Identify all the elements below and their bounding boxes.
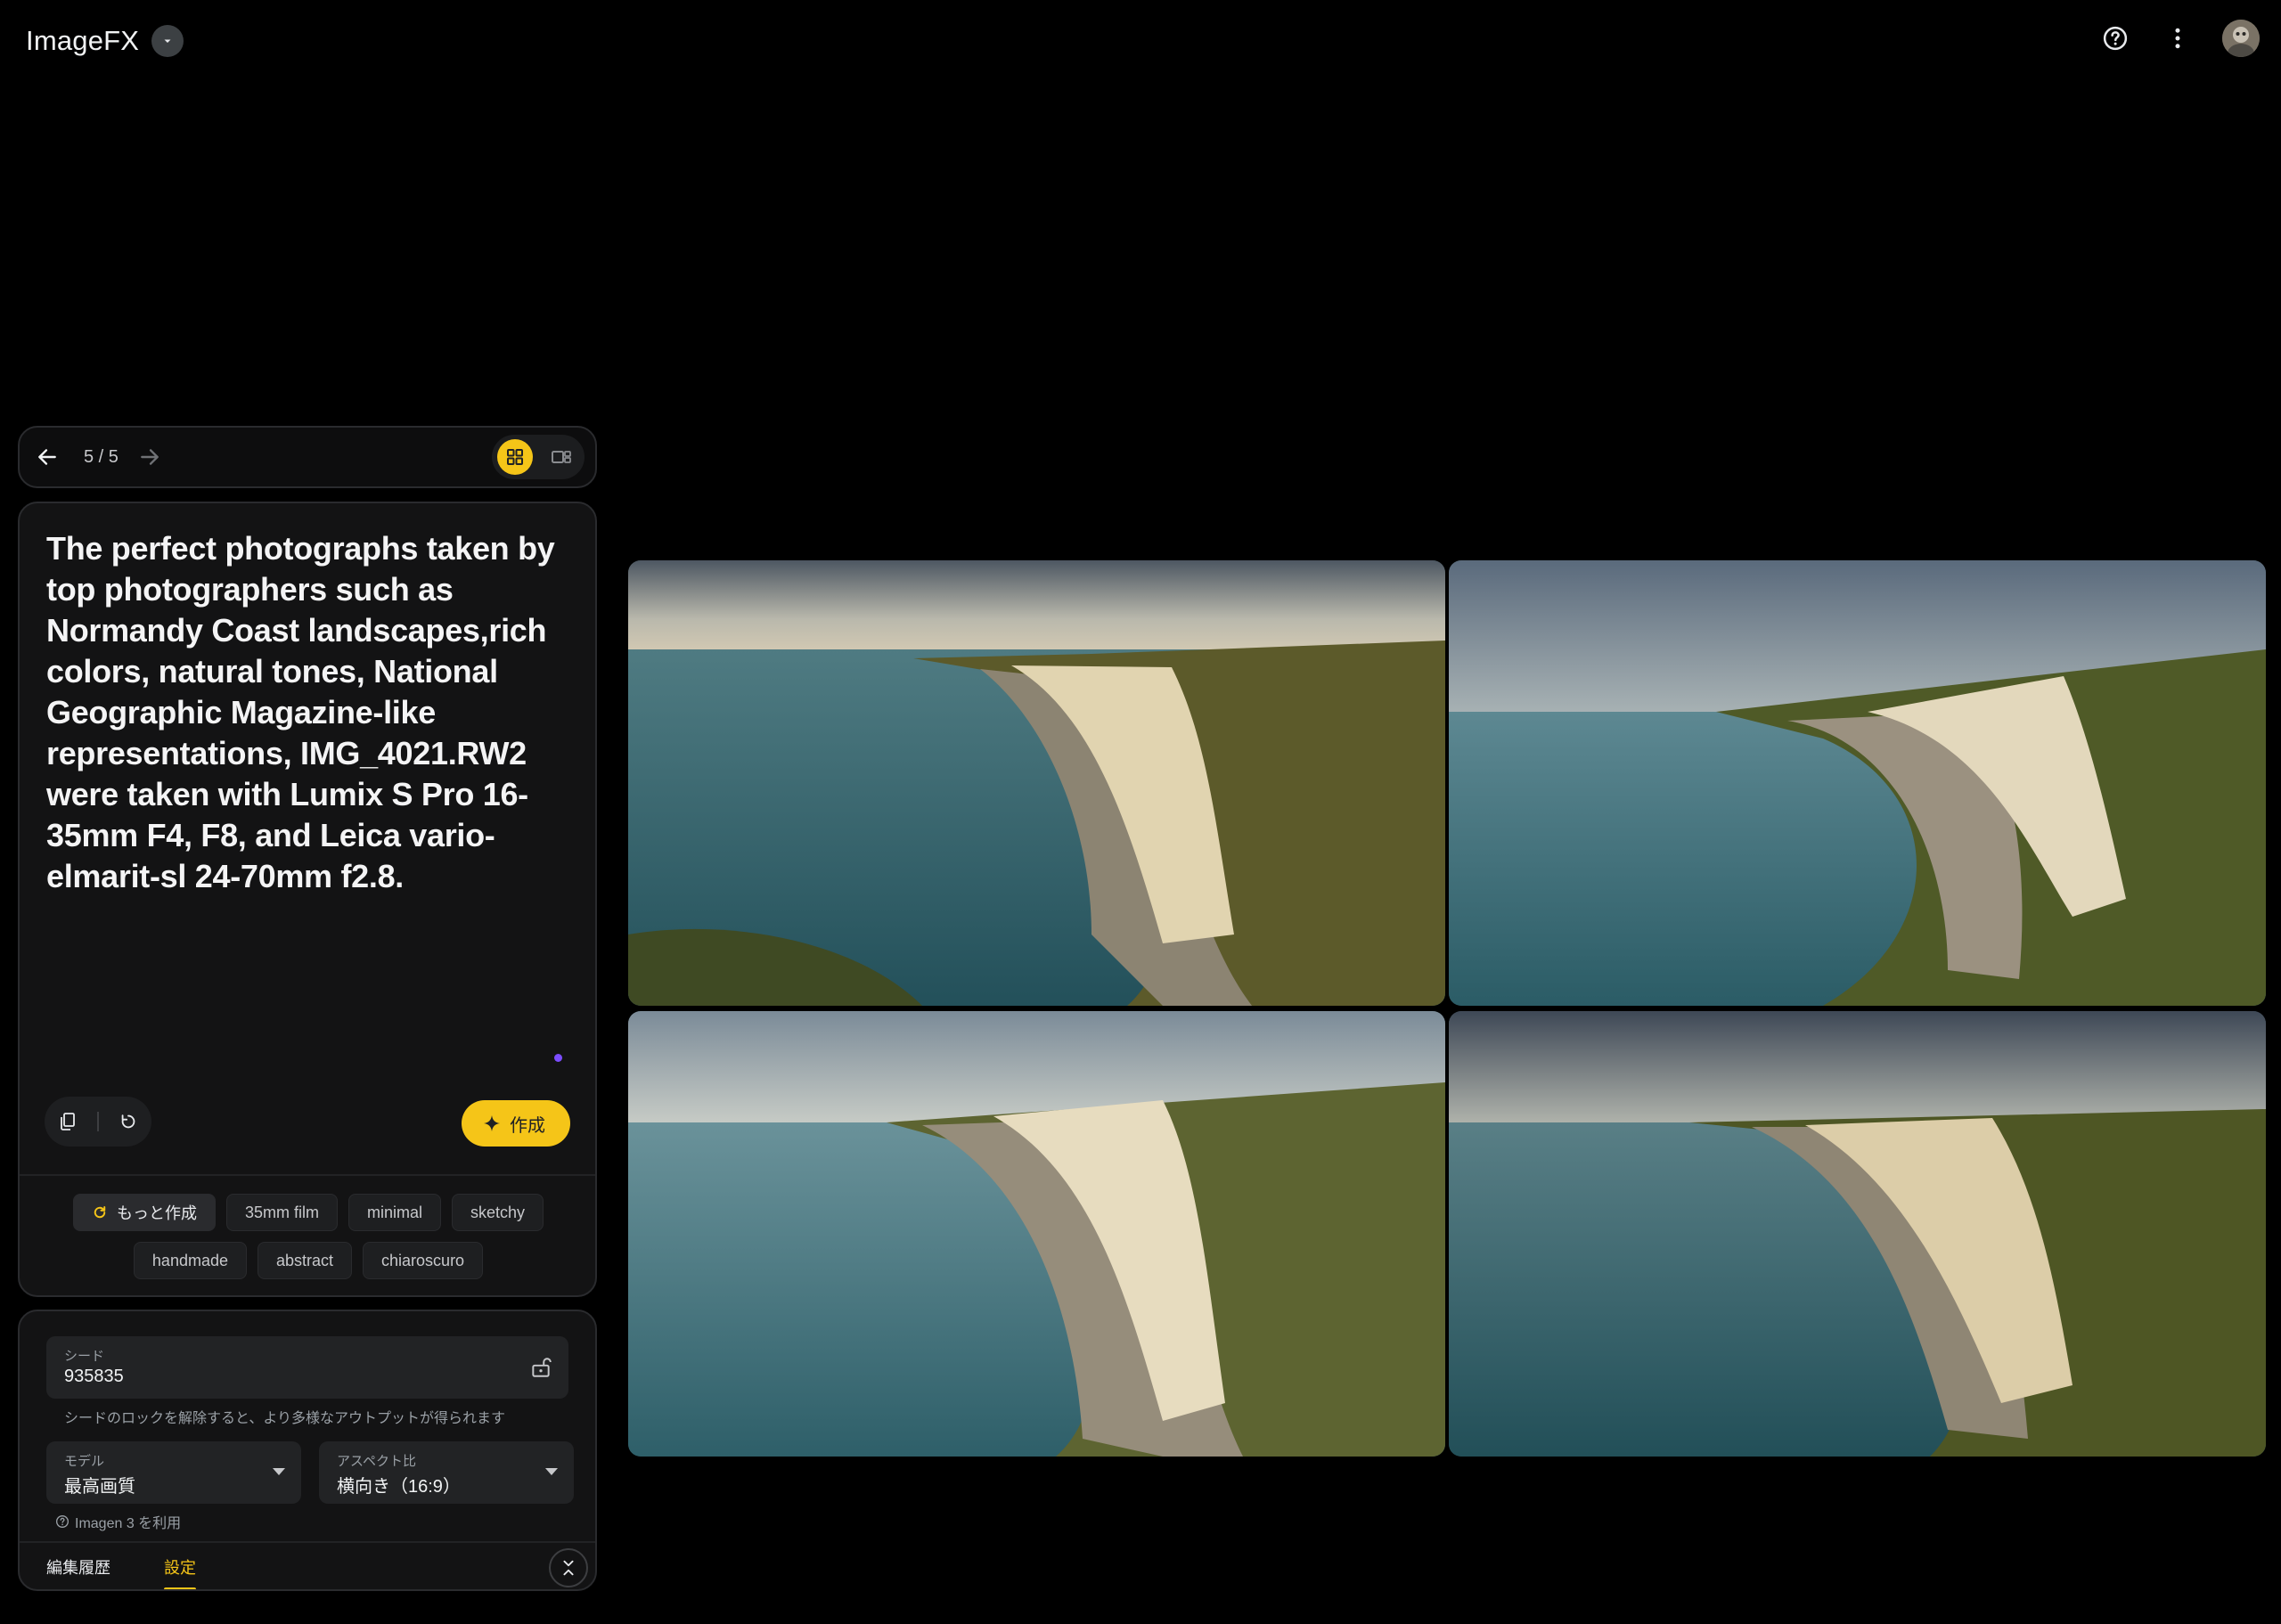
more-vert-icon — [2175, 28, 2180, 49]
brand: ImageFX — [26, 21, 184, 61]
model-value: 最高画質 — [64, 1477, 135, 1497]
view-toggle — [492, 435, 585, 479]
tab-history[interactable]: 編集履歴 — [46, 1555, 110, 1579]
aspect-ratio-select[interactable]: アスペクト比 横向き（16:9） — [319, 1441, 574, 1504]
chevron-down-icon — [164, 39, 171, 43]
carousel-icon — [552, 451, 571, 463]
model-label: モデル — [64, 1454, 105, 1469]
generated-image-3[interactable] — [628, 1011, 1445, 1457]
next-button[interactable] — [129, 437, 170, 477]
panel-divider — [20, 1174, 595, 1176]
copy-icon — [61, 1113, 76, 1130]
tab-settings[interactable]: 設定 — [164, 1555, 196, 1579]
arrow-right-icon — [141, 449, 159, 465]
chip-label: もっと作成 — [116, 1204, 197, 1222]
seed-value[interactable]: 935835 — [64, 1367, 124, 1387]
arrow-left-icon — [38, 449, 56, 465]
chip-minimal[interactable]: minimal — [347, 1194, 441, 1231]
help-icon — [2103, 26, 2128, 51]
help-button[interactable] — [2097, 20, 2133, 56]
prompt-panel: The perfect photographs taken by top pho… — [18, 502, 597, 1297]
refresh-icon — [121, 1114, 135, 1129]
dropdown-caret-icon — [545, 1468, 558, 1475]
model-note-text: Imagen 3 を利用 — [75, 1516, 182, 1531]
generated-image-4[interactable] — [1449, 1011, 2266, 1457]
reset-button[interactable] — [110, 1104, 146, 1139]
unlock-icon — [532, 1358, 552, 1377]
grid-view-button[interactable] — [497, 439, 533, 475]
tool-divider — [96, 1112, 99, 1131]
chip-35mm-film[interactable]: 35mm film — [225, 1194, 338, 1231]
model-note: Imagen 3 を利用 — [55, 1511, 181, 1532]
generated-image-1[interactable] — [628, 560, 1445, 1006]
settings-panel: シード 935835 シードのロックを解除すると、より多様なアウトプットが得られ… — [18, 1310, 597, 1591]
result-navigation: 5 / 5 — [18, 426, 597, 488]
collapse-icon — [563, 1560, 574, 1576]
more-options-button[interactable] — [2160, 20, 2195, 56]
sparkle-icon — [484, 1115, 500, 1131]
chip-handmade[interactable]: handmade — [133, 1242, 247, 1279]
cursor-indicator — [554, 1054, 562, 1062]
create-label: 作成 — [510, 1115, 545, 1136]
help-icon — [56, 1515, 69, 1528]
active-tab-indicator — [164, 1587, 196, 1589]
seed-lock-button[interactable] — [527, 1354, 554, 1381]
aspect-value: 横向き（16:9） — [337, 1477, 461, 1497]
app-title: ImageFX — [26, 25, 140, 56]
prompt-textbox[interactable]: The perfect photographs taken by top pho… — [46, 528, 563, 897]
grid-icon — [507, 449, 523, 465]
prompt-tools — [45, 1097, 151, 1147]
dropdown-caret-icon — [273, 1468, 285, 1475]
app-switcher-button[interactable] — [151, 25, 184, 57]
avatar[interactable] — [2222, 20, 2260, 57]
seed-field[interactable]: シード 935835 — [46, 1336, 568, 1399]
copy-button[interactable] — [50, 1104, 86, 1139]
style-chips: もっと作成 35mm film minimal sketchy handmade… — [46, 1194, 570, 1279]
collapse-button[interactable] — [549, 1548, 588, 1587]
page-counter: 5 / 5 — [84, 446, 119, 467]
seed-label: シード — [64, 1349, 105, 1364]
previous-button[interactable] — [27, 437, 68, 477]
chip-sketchy[interactable]: sketchy — [452, 1194, 544, 1231]
model-select[interactable]: モデル 最高画質 — [46, 1441, 301, 1504]
generated-image-2[interactable] — [1449, 560, 2266, 1006]
seed-hint: シードのロックを解除すると、より多様なアウトプットが得られます — [64, 1411, 506, 1426]
aspect-label: アスペクト比 — [337, 1454, 416, 1469]
chip-chiaroscuro[interactable]: chiaroscuro — [363, 1242, 484, 1279]
chip-abstract[interactable]: abstract — [258, 1242, 353, 1279]
header-actions — [2097, 20, 2260, 57]
single-view-button[interactable] — [544, 439, 579, 475]
panel-tabs: 編集履歴 設定 — [20, 1541, 595, 1589]
refresh-icon — [94, 1206, 106, 1219]
image-grid — [628, 560, 2266, 1457]
more-suggestions-chip[interactable]: もっと作成 — [72, 1194, 216, 1231]
create-button[interactable]: 作成 — [462, 1100, 570, 1147]
